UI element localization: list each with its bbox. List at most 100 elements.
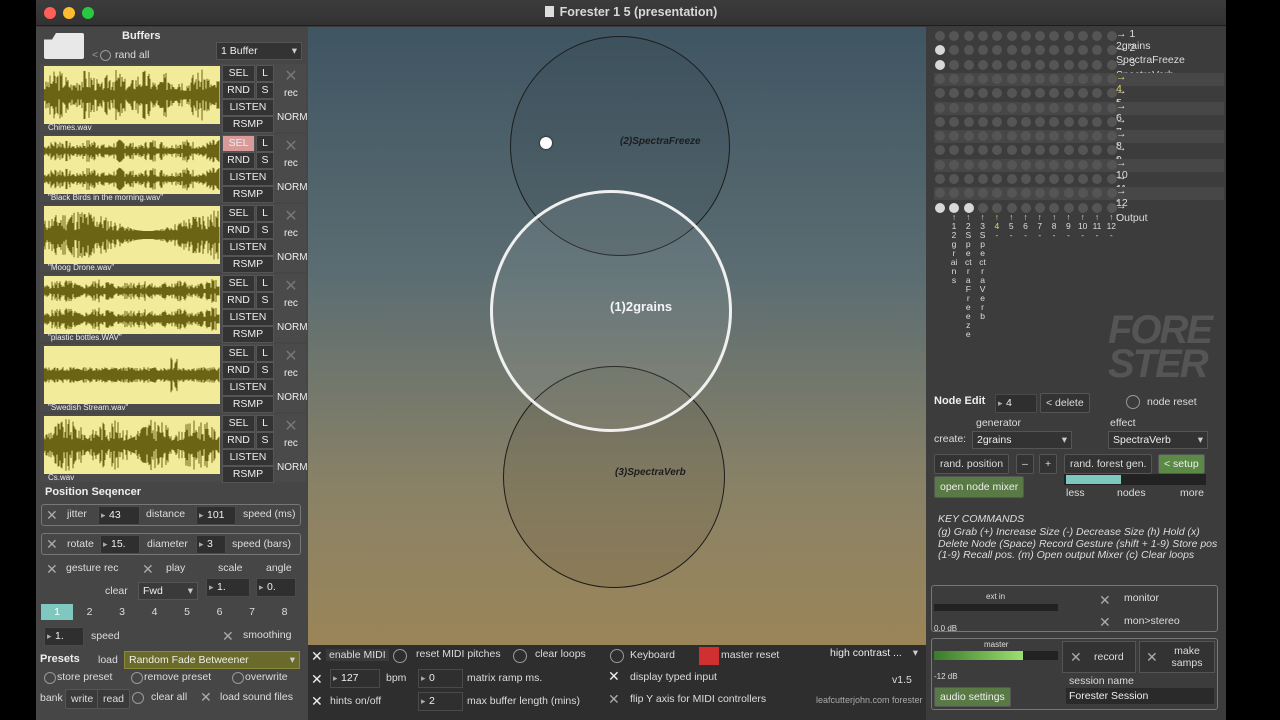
matrix-cell[interactable]: [935, 73, 945, 84]
sel-button[interactable]: SEL: [222, 345, 255, 362]
listen-button[interactable]: LISTEN: [222, 169, 274, 186]
nodes-slider[interactable]: [1064, 474, 1206, 485]
matrix-cell[interactable]: [963, 73, 974, 84]
matrix-cell[interactable]: [977, 131, 988, 142]
matrix-cell[interactable]: [1006, 73, 1017, 84]
clear-gesture-button[interactable]: clear: [105, 585, 128, 597]
matrix-cell[interactable]: [963, 131, 974, 142]
reset-midi-toggle[interactable]: [393, 649, 407, 663]
node-number[interactable]: 4: [995, 394, 1037, 413]
matrix-cell[interactable]: [1006, 145, 1017, 156]
display-typed-toggle[interactable]: ✕: [608, 668, 620, 685]
matrix-cell[interactable]: [963, 188, 974, 199]
delete-node-button[interactable]: < delete: [1040, 393, 1090, 413]
generator-select[interactable]: 2grains: [972, 431, 1072, 449]
matrix-cell[interactable]: [1063, 174, 1074, 184]
clear-all-toggle[interactable]: [132, 692, 144, 704]
matrix-cell[interactable]: [963, 31, 974, 41]
preset-select[interactable]: Random Fade Betweener: [124, 651, 300, 669]
matrix-cell[interactable]: [1020, 88, 1031, 99]
matrix-cell[interactable]: [963, 45, 974, 56]
matrix-cell[interactable]: [977, 159, 988, 170]
flip-y-toggle[interactable]: ✕: [608, 691, 620, 708]
save-button[interactable]: S: [256, 362, 274, 379]
matrix-cell[interactable]: [935, 174, 945, 184]
matrix-cell[interactable]: [1006, 102, 1017, 113]
remove-preset-toggle[interactable]: [131, 672, 143, 684]
rnd-button[interactable]: RND: [222, 432, 255, 449]
rec-toggle[interactable]: ✕: [281, 137, 301, 157]
matrix-cell[interactable]: [1035, 159, 1046, 170]
matrix-cell[interactable]: [1035, 59, 1046, 70]
angle-number[interactable]: 0.: [256, 578, 296, 597]
matrix-cell[interactable]: [977, 59, 988, 70]
hints-toggle[interactable]: ✕: [311, 693, 323, 710]
forest-canvas[interactable]: (2)SpectraFreeze (3)SpectraVerb (1)2grai…: [308, 27, 926, 645]
listen-button[interactable]: LISTEN: [222, 309, 274, 326]
smoothing-toggle[interactable]: ✕: [222, 628, 234, 645]
sel-button[interactable]: SEL: [222, 205, 255, 222]
save-button[interactable]: S: [256, 432, 274, 449]
clear-loops-toggle[interactable]: [513, 649, 527, 663]
rsmp-button[interactable]: RSMP: [222, 396, 274, 413]
matrix-cell[interactable]: [1020, 59, 1031, 70]
matrix-cell[interactable]: [1063, 31, 1074, 41]
step-3[interactable]: 3: [106, 604, 138, 620]
matrix-cell[interactable]: [1020, 174, 1031, 184]
matrix-cell[interactable]: [963, 174, 974, 184]
rnd-button[interactable]: RND: [222, 82, 255, 99]
waveform[interactable]: [44, 206, 220, 264]
matrix-cell[interactable]: [1063, 88, 1074, 99]
matrix-cell[interactable]: [1020, 131, 1031, 142]
norm-button[interactable]: NORM: [277, 252, 308, 263]
matrix-cell[interactable]: [1063, 131, 1074, 142]
save-button[interactable]: S: [256, 152, 274, 169]
matrix-cell[interactable]: [935, 116, 945, 127]
rsmp-button[interactable]: RSMP: [222, 326, 274, 343]
sel-button[interactable]: SEL: [222, 275, 255, 292]
matrix-cell[interactable]: [1006, 188, 1017, 199]
plus-button[interactable]: +: [1039, 454, 1058, 474]
matrix-cell[interactable]: [977, 102, 988, 113]
rnd-button[interactable]: RND: [222, 292, 255, 309]
rnd-button[interactable]: RND: [222, 152, 255, 169]
enable-midi-toggle[interactable]: ✕: [311, 648, 323, 665]
step-7[interactable]: 7: [236, 604, 268, 620]
norm-button[interactable]: NORM: [277, 392, 308, 403]
close-window-button[interactable]: [44, 7, 56, 19]
bpm-toggle[interactable]: ✕: [311, 671, 323, 688]
buffer-count-select[interactable]: 1 Buffer: [216, 42, 302, 60]
matrix-cell[interactable]: [1092, 59, 1103, 70]
step-4[interactable]: 4: [139, 604, 171, 620]
matrix-cell[interactable]: [1078, 116, 1088, 127]
master-reset-button[interactable]: [699, 647, 719, 665]
save-button[interactable]: S: [256, 292, 274, 309]
step-5[interactable]: 5: [171, 604, 203, 620]
matrix-cell[interactable]: [1078, 159, 1088, 170]
listen-button[interactable]: LISTEN: [222, 449, 274, 466]
direction-select[interactable]: Fwd: [138, 582, 198, 600]
step-2[interactable]: 2: [74, 604, 106, 620]
setup-button[interactable]: < setup: [1158, 454, 1205, 474]
diameter-number[interactable]: 3: [196, 535, 226, 554]
matrix-cell[interactable]: [992, 102, 1003, 113]
rec-toggle[interactable]: ✕: [281, 347, 301, 367]
folder-icon[interactable]: [44, 33, 84, 59]
matrix-cell[interactable]: [992, 59, 1003, 70]
matrix-cell[interactable]: [1078, 102, 1088, 113]
matrix-cell[interactable]: [1063, 45, 1074, 56]
matrix-cell[interactable]: [935, 102, 945, 113]
minimize-window-button[interactable]: [63, 7, 75, 19]
matrix-cell[interactable]: [1092, 159, 1103, 170]
matrix-cell[interactable]: [1006, 59, 1017, 70]
save-button[interactable]: S: [256, 222, 274, 239]
matrix-cell[interactable]: [1006, 31, 1017, 41]
rotate-number[interactable]: 15.: [100, 535, 140, 554]
master-meter[interactable]: [934, 651, 1058, 660]
step-6[interactable]: 6: [204, 604, 236, 620]
scale-number[interactable]: 1.: [206, 578, 250, 597]
audio-settings-button[interactable]: audio settings: [934, 687, 1011, 707]
matrix-cell[interactable]: [1078, 174, 1088, 184]
matrix-cell[interactable]: [1063, 188, 1074, 199]
matrix-cell[interactable]: [1078, 59, 1088, 70]
